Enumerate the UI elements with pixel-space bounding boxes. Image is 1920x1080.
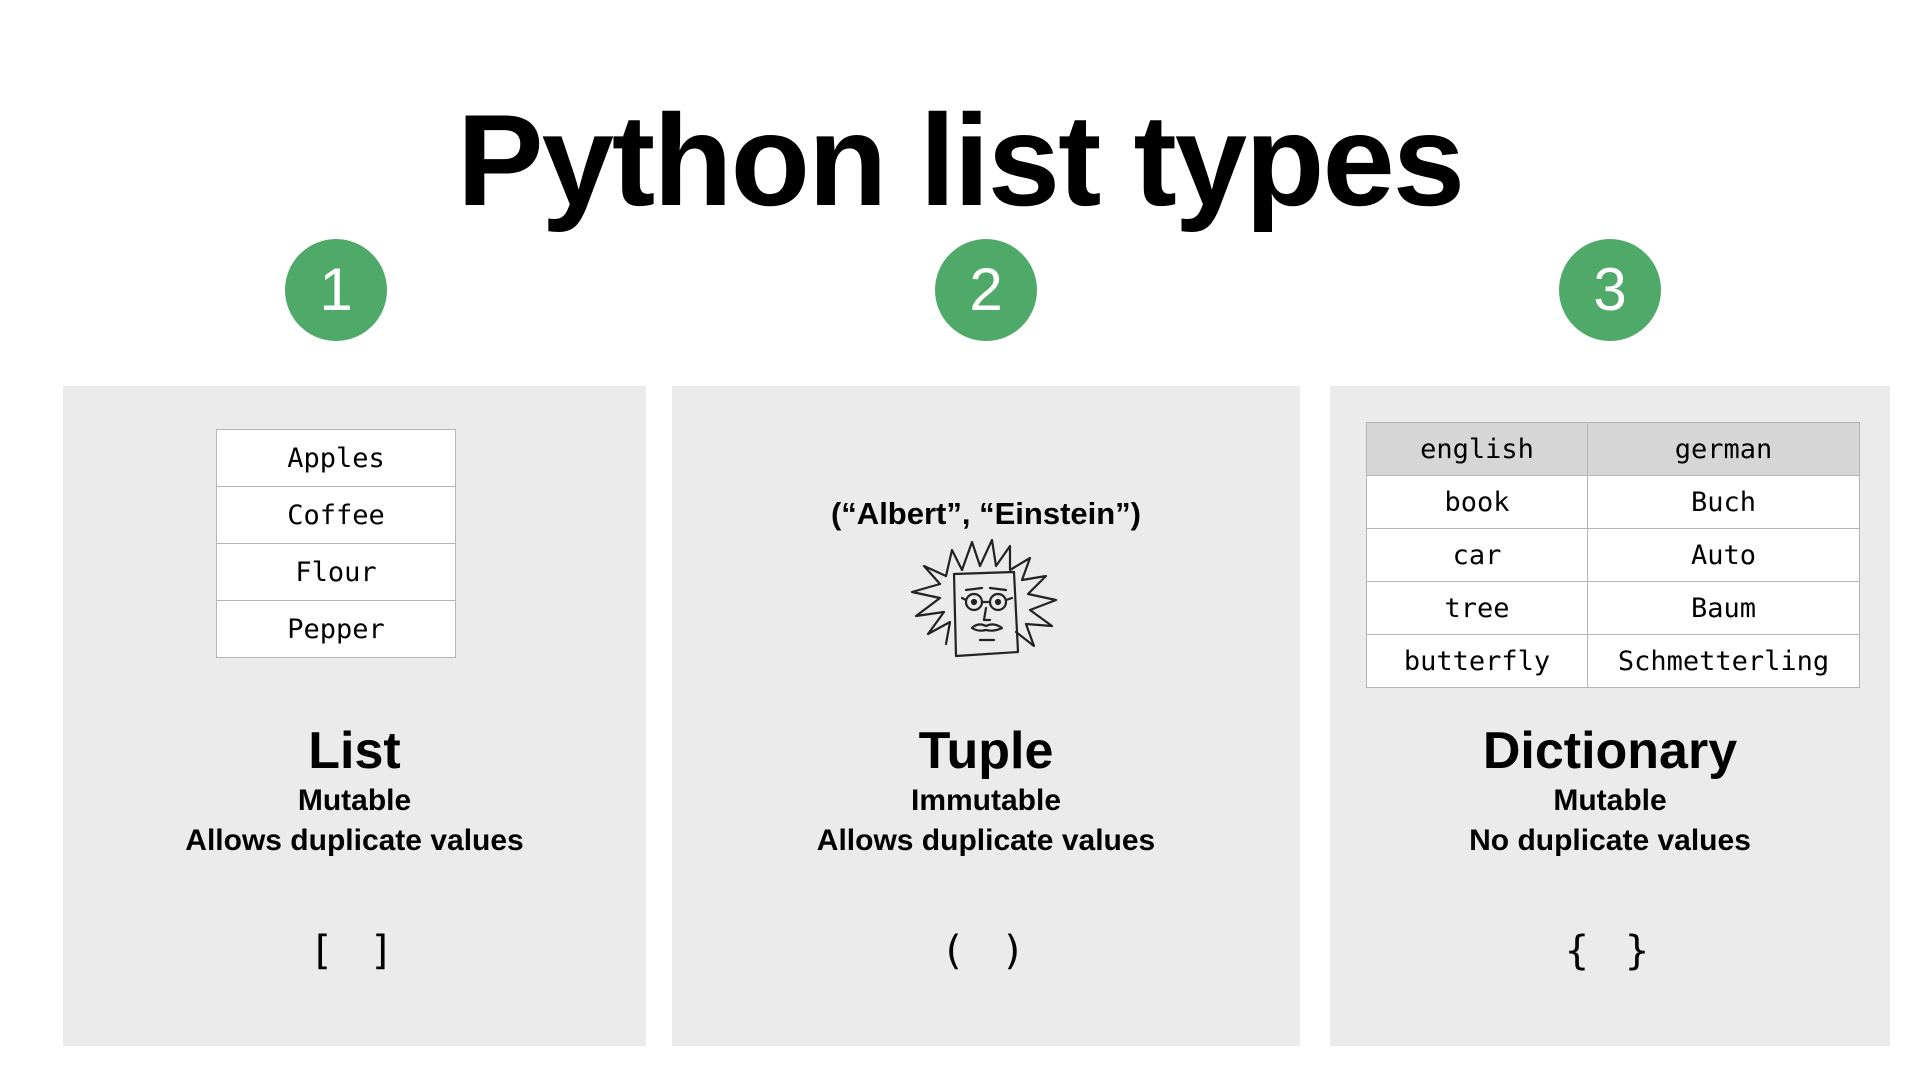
- table-cell: tree: [1366, 581, 1588, 635]
- tuple-duplicates: Allows duplicate values: [816, 824, 1156, 857]
- column-header: german: [1587, 422, 1860, 476]
- page-title: Python list types: [456, 87, 1465, 233]
- table-cell: Buch: [1587, 475, 1860, 529]
- table-row: book Buch: [1366, 475, 1860, 529]
- table-cell: Auto: [1587, 528, 1860, 582]
- dictionary-description: Dictionary Mutable No duplicate values: [1330, 721, 1890, 861]
- list-type-name: List: [308, 722, 401, 780]
- list-row: Apples: [216, 429, 456, 487]
- tuple-brackets: ( ): [940, 928, 1032, 974]
- tuple-description: Tuple Immutable Allows duplicate values: [672, 721, 1300, 861]
- table-row: butterfly Schmetterling: [1366, 634, 1860, 688]
- tuple-mutability: Immutable: [910, 784, 1062, 817]
- number-badge-1: 1: [285, 239, 387, 341]
- dictionary-brackets: { }: [1564, 928, 1656, 974]
- table-cell: Schmetterling: [1587, 634, 1860, 688]
- list-cell: Flour: [216, 543, 456, 601]
- list-mutability: Mutable: [297, 784, 412, 817]
- einstein-sketch-icon: [910, 538, 1058, 658]
- dictionary-example-table: english german book Buch car Auto tree B…: [1366, 422, 1860, 688]
- column-header: english: [1366, 422, 1588, 476]
- number-badge-3: 3: [1559, 239, 1661, 341]
- tuple-example: (“Albert”, “Einstein”): [830, 496, 1141, 531]
- table-cell: car: [1366, 528, 1588, 582]
- table-header-row: english german: [1366, 422, 1860, 476]
- list-description: List Mutable Allows duplicate values: [63, 721, 646, 861]
- list-row: Flour: [216, 543, 456, 601]
- dictionary-mutability: Mutable: [1553, 784, 1667, 817]
- list-panel: Apples Coffee Flour Pepper List Mutable …: [63, 386, 646, 1046]
- number-badge-2: 2: [935, 239, 1037, 341]
- list-cell: Apples: [216, 429, 456, 487]
- table-row: car Auto: [1366, 528, 1860, 582]
- list-row: Coffee: [216, 486, 456, 544]
- table-cell: book: [1366, 475, 1588, 529]
- dictionary-panel: english german book Buch car Auto tree B…: [1330, 386, 1890, 1046]
- tuple-panel: (“Albert”, “Einstein”) Tuple Immutable A…: [672, 386, 1300, 1046]
- tuple-type-name: Tuple: [918, 722, 1054, 780]
- list-row: Pepper: [216, 600, 456, 658]
- list-brackets: [ ]: [309, 928, 400, 974]
- list-example-table: Apples Coffee Flour Pepper: [216, 429, 456, 658]
- list-duplicates: Allows duplicate values: [185, 824, 524, 857]
- list-cell: Coffee: [216, 486, 456, 544]
- list-cell: Pepper: [216, 600, 456, 658]
- table-row: tree Baum: [1366, 581, 1860, 635]
- dictionary-type-name: Dictionary: [1482, 722, 1738, 780]
- table-cell: Baum: [1587, 581, 1860, 635]
- dictionary-duplicates: No duplicate values: [1469, 824, 1751, 857]
- table-cell: butterfly: [1366, 634, 1588, 688]
